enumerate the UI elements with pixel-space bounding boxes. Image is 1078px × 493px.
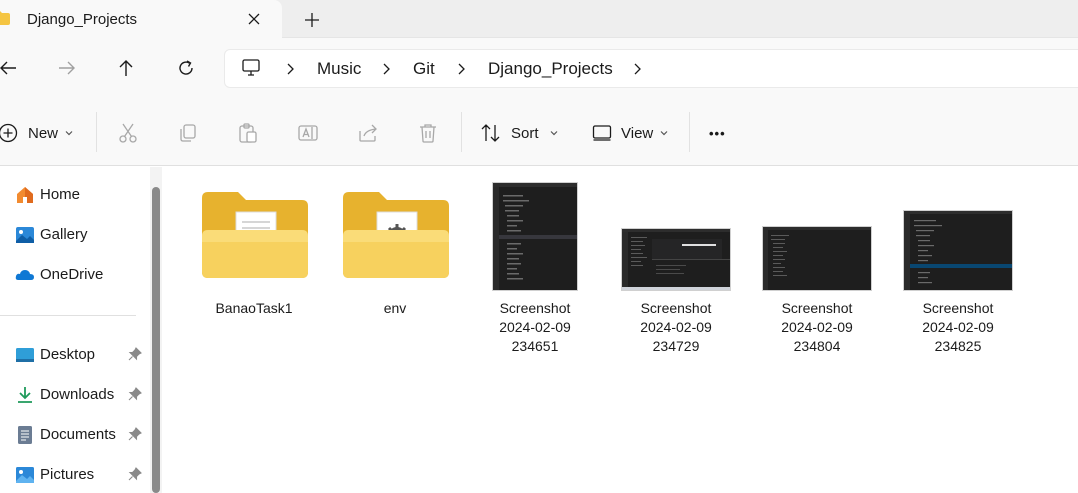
divider <box>96 112 97 152</box>
file-name-line: Screenshot <box>781 300 853 316</box>
breadcrumb-music[interactable]: Music <box>317 59 361 79</box>
sidebar-item-label: Downloads <box>40 386 115 403</box>
navigation-bar: Music Git Django_Projects <box>0 38 1078 98</box>
sidebar-item-label: OneDrive <box>40 266 104 283</box>
sidebar-item-label: Documents <box>40 426 116 443</box>
refresh-icon[interactable] <box>174 56 198 80</box>
file-name: env <box>383 300 407 316</box>
sidebar-scrollbar-thumb[interactable] <box>152 187 160 493</box>
copy-icon[interactable] <box>177 122 199 144</box>
pin-icon[interactable] <box>128 347 142 361</box>
sidebar-item-label: Desktop <box>40 346 96 363</box>
pin-icon[interactable] <box>128 467 142 481</box>
downloads-icon <box>15 385 35 405</box>
chevron-down-icon <box>65 131 73 136</box>
file-name-line: 234804 <box>793 338 841 354</box>
divider <box>461 112 462 152</box>
image-item-screenshot-234651[interactable]: Screenshot 2024-02-09 234651 <box>470 177 600 377</box>
image-thumbnail <box>621 228 731 291</box>
documents-icon <box>15 425 35 445</box>
plus-icon[interactable] <box>300 8 324 32</box>
address-bar[interactable]: Music Git Django_Projects <box>224 49 1078 88</box>
plus-circle-icon <box>0 123 18 143</box>
folder-item-env[interactable]: env <box>330 177 460 377</box>
paste-icon[interactable] <box>237 122 259 144</box>
sort-label: Sort <box>511 124 539 142</box>
rename-icon[interactable] <box>297 122 319 144</box>
image-thumbnail <box>762 226 872 291</box>
close-icon[interactable] <box>243 8 265 30</box>
desktop-icon <box>15 345 35 365</box>
forward-arrow-icon[interactable] <box>55 56 79 80</box>
tab-title: Django_Projects <box>27 11 138 28</box>
file-list: BanaoTask1 env Screenshot 2024-02-09 234… <box>162 167 1078 493</box>
breadcrumb-django-projects[interactable]: Django_Projects <box>488 59 613 79</box>
delete-icon[interactable] <box>417 122 439 144</box>
up-arrow-icon[interactable] <box>114 56 138 80</box>
folder-icon <box>0 11 10 30</box>
pin-icon[interactable] <box>128 387 142 401</box>
view-icon <box>592 125 612 141</box>
image-thumbnail <box>492 182 578 291</box>
chevron-right-icon[interactable] <box>283 62 297 76</box>
pictures-icon <box>15 465 35 485</box>
file-name-line: Screenshot <box>922 300 994 316</box>
pin-icon[interactable] <box>128 427 142 441</box>
folder-icon <box>343 192 449 278</box>
sidebar-item-label: Pictures <box>40 466 95 483</box>
file-name-line: 2024-02-09 <box>640 319 712 335</box>
sort-icon <box>481 124 500 142</box>
divider <box>689 112 690 152</box>
folder-item-banaotask1[interactable]: BanaoTask1 <box>189 177 319 377</box>
cut-icon[interactable] <box>117 122 139 144</box>
sort-button[interactable]: Sort <box>480 120 559 146</box>
view-button[interactable]: View <box>592 120 669 146</box>
share-icon[interactable] <box>357 122 379 144</box>
image-thumbnail <box>903 210 1013 291</box>
image-item-screenshot-234804[interactable]: Screenshot 2024-02-09 234804 <box>752 177 882 377</box>
chevron-right-icon[interactable] <box>454 62 468 76</box>
image-item-screenshot-234825[interactable]: Screenshot 2024-02-09 234825 <box>893 177 1023 377</box>
navigation-pane: Home Gallery OneDrive Desktop Downloads <box>0 167 150 493</box>
image-item-screenshot-234729[interactable]: Screenshot 2024-02-09 234729 <box>611 177 741 377</box>
chevron-right-icon[interactable] <box>630 62 644 76</box>
more-options-button[interactable]: ••• <box>709 120 726 146</box>
chevron-right-icon[interactable] <box>379 62 393 76</box>
divider <box>0 315 136 316</box>
chevron-down-icon <box>660 131 668 136</box>
tab-strip: Django_Projects <box>0 0 1078 40</box>
file-name-line: 234729 <box>652 338 700 354</box>
file-name-line: 2024-02-09 <box>499 319 571 335</box>
tab-django-projects[interactable]: Django_Projects <box>0 0 282 40</box>
file-name-line: 234651 <box>511 338 559 354</box>
file-name-line: Screenshot <box>499 300 571 316</box>
file-name-line: 2024-02-09 <box>781 319 853 335</box>
gallery-icon <box>15 225 35 245</box>
file-name: BanaoTask1 <box>215 300 293 316</box>
onedrive-icon <box>15 265 35 285</box>
sidebar-item-gallery[interactable]: Gallery <box>0 219 148 251</box>
chevron-down-icon <box>550 131 557 136</box>
sidebar-item-downloads[interactable]: Downloads <box>0 379 148 411</box>
sidebar-item-desktop[interactable]: Desktop <box>0 339 148 371</box>
sidebar-item-documents[interactable]: Documents <box>0 419 148 451</box>
file-name-line: 234825 <box>934 338 982 354</box>
view-label: View <box>621 124 654 142</box>
sidebar-item-home[interactable]: Home <box>0 179 148 211</box>
folder-icon <box>202 192 308 278</box>
this-pc-icon[interactable] <box>241 58 261 83</box>
new-button[interactable]: New <box>0 120 74 146</box>
new-label: New <box>28 124 59 142</box>
command-bar: New Sort View ••• <box>0 98 1078 166</box>
file-name-line: 2024-02-09 <box>922 319 994 335</box>
file-name-line: Screenshot <box>640 300 712 316</box>
sidebar-item-onedrive[interactable]: OneDrive <box>0 259 148 291</box>
breadcrumb-git[interactable]: Git <box>413 59 435 79</box>
sidebar-item-pictures[interactable]: Pictures <box>0 459 148 491</box>
home-icon <box>15 185 35 205</box>
back-arrow-icon[interactable] <box>0 56 20 80</box>
sidebar-item-label: Home <box>40 186 81 203</box>
sidebar-item-label: Gallery <box>40 226 88 243</box>
